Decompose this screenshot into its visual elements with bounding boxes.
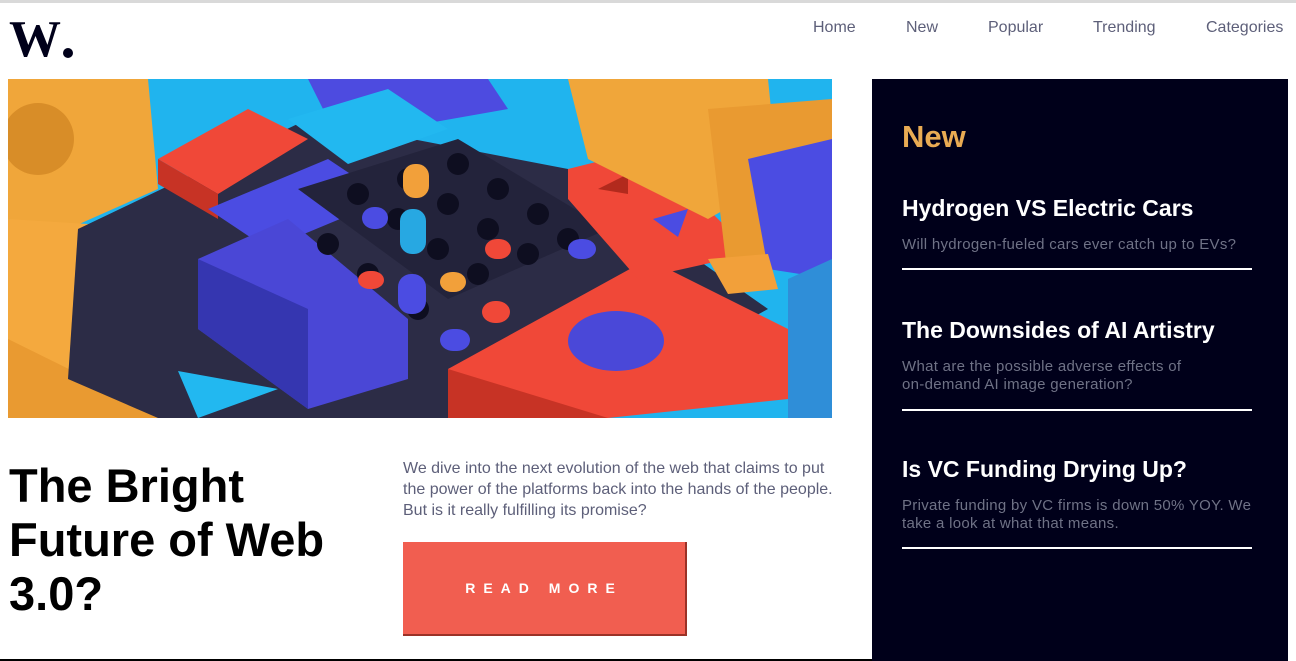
page-title: The Bright Future of Web 3.0? (9, 459, 325, 620)
article-summary: What are the possible adverse effects of… (902, 358, 1182, 393)
sidebar-article[interactable]: Is VC Funding Drying Up? Private funding… (902, 455, 1252, 549)
article-summary: Private funding by VC firms is down 50% … (902, 497, 1252, 532)
nav-categories[interactable]: Categories (1206, 19, 1283, 37)
nav-home[interactable]: Home (813, 19, 856, 37)
sidebar-heading: New (902, 119, 966, 154)
nav-popular[interactable]: Popular (988, 19, 1043, 37)
article-title[interactable]: The Downsides of AI Artistry (902, 316, 1252, 344)
hero-illustration (8, 79, 832, 418)
new-articles-sidebar: New Hydrogen VS Electric Cars Will hydro… (872, 79, 1288, 661)
sidebar-article[interactable]: Hydrogen VS Electric Cars Will hydrogen-… (902, 194, 1252, 270)
main-nav: Home New Popular Trending Categories (0, 19, 1296, 39)
article-title[interactable]: Hydrogen VS Electric Cars (902, 194, 1252, 222)
read-more-button[interactable]: READ MORE (403, 542, 687, 636)
hero-image (8, 79, 832, 418)
article-summary: Will hydrogen-fueled cars ever catch up … (902, 236, 1237, 253)
sidebar-article[interactable]: The Downsides of AI Artistry What are th… (902, 316, 1252, 411)
nav-trending[interactable]: Trending (1093, 19, 1156, 37)
nav-new[interactable]: New (906, 19, 938, 37)
article-title[interactable]: Is VC Funding Drying Up? (902, 455, 1252, 483)
hero-description: We dive into the next evolution of the w… (403, 460, 833, 519)
top-border (0, 0, 1296, 3)
